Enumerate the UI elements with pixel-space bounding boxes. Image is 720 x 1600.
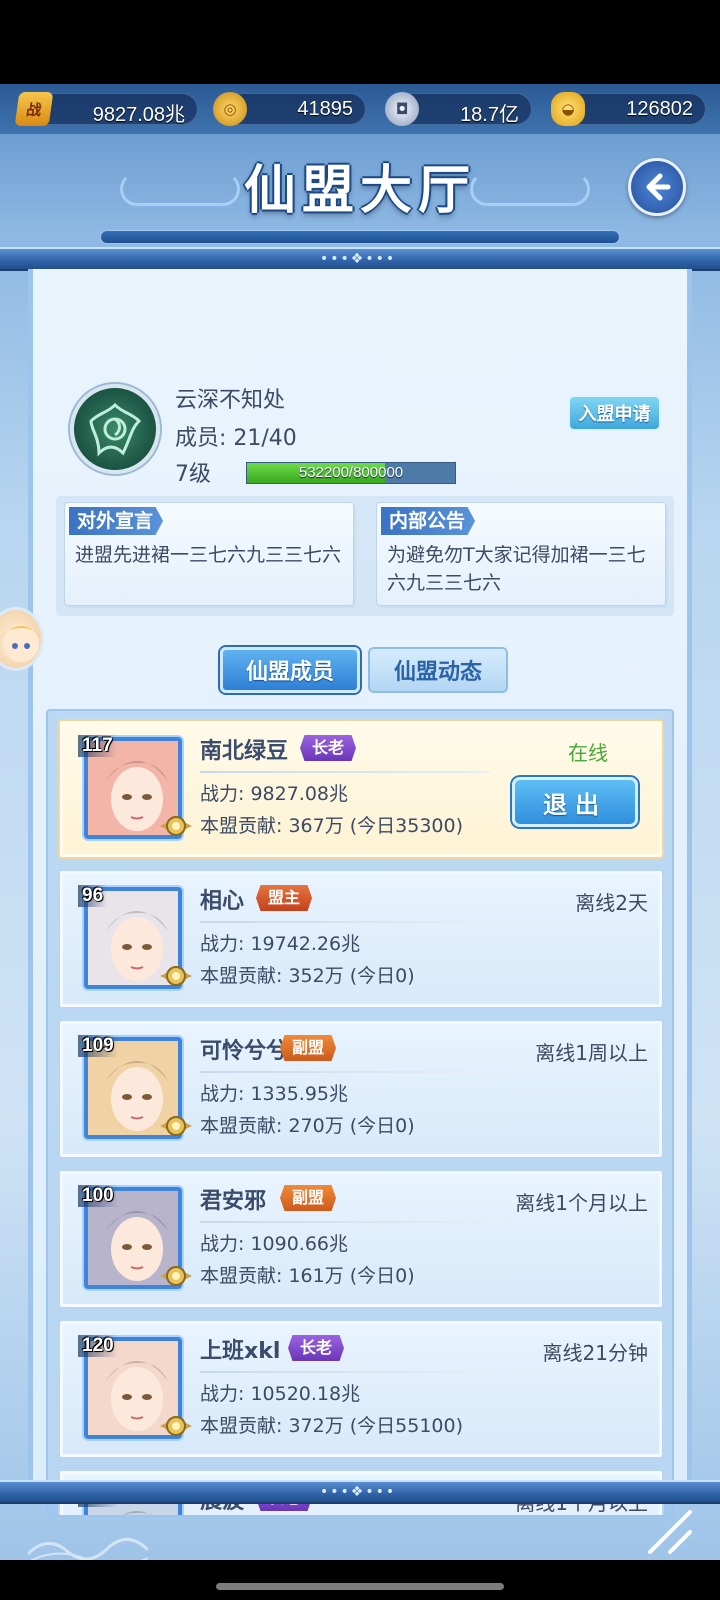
page-title: 仙盟大厅: [243, 160, 476, 221]
member-power: 战力: 19742.26兆: [200, 933, 361, 955]
divider: [200, 1371, 490, 1373]
member-level: 109: [78, 1035, 118, 1057]
scroll-rod-top: •••❖•••: [0, 247, 720, 271]
external-declaration[interactable]: 对外宣言 进盟先进裙一三七六九三三七六: [64, 502, 354, 606]
internal-announcement[interactable]: 内部公告 为避免勿T大家记得加裙一三七六九三三七六: [376, 502, 666, 606]
member-role-badge: 副盟: [280, 1035, 337, 1061]
member-status: 离线1个月以上: [515, 1191, 648, 1215]
member-name: 上班xkl: [200, 1339, 281, 1364]
resource-silver: ◘ 18.7亿: [385, 92, 532, 126]
member-level: 96: [78, 885, 108, 907]
gold-ingot-icon: ◒: [551, 92, 585, 126]
member-role-badge: 盟主: [256, 885, 313, 911]
divider: [200, 921, 490, 923]
member-name: 可怜兮兮: [200, 1039, 289, 1064]
external-declaration-tag: 对外宣言: [69, 507, 164, 535]
wave-ornament-icon: [28, 1538, 148, 1560]
system-navigation-bar: [0, 1560, 720, 1600]
member-role-badge: 长老: [300, 735, 357, 761]
silver-value: 18.7亿: [460, 104, 519, 126]
back-button[interactable]: [628, 158, 686, 216]
coin-icon: ◎: [213, 92, 247, 126]
internal-announcement-tag: 内部公告: [381, 507, 476, 535]
member-name: 南北绿豆: [200, 739, 289, 764]
external-declaration-text: 进盟先进裙一三七六九三三七六: [75, 544, 342, 566]
divider: [200, 1071, 490, 1073]
member-list[interactable]: 117 南北绿豆 长老 战力: 9827.08兆 本盟贡献: 367万 (今日3…: [46, 709, 674, 1517]
title-area: 仙盟大厅: [0, 134, 720, 244]
member-contribution: 本盟贡献: 270万 (今日0): [200, 1115, 415, 1137]
title-base-ornament: [100, 230, 620, 244]
divider: [200, 771, 490, 773]
chevron-left-icon: [646, 173, 671, 201]
guild-member-count: 成员: 21/40: [175, 426, 297, 451]
member-status: 在线: [568, 741, 608, 765]
rank-medal-icon: [158, 963, 194, 989]
home-indicator[interactable]: [216, 1583, 504, 1590]
scroll-rod-bottom: •••❖•••: [0, 1480, 720, 1504]
guild-level: 7级: [175, 462, 211, 487]
member-contribution: 本盟贡献: 372万 (今日55100): [200, 1415, 464, 1437]
tab-activity[interactable]: 仙盟动态: [368, 647, 508, 693]
resource-battle-power: 战 9827.08兆: [14, 92, 198, 126]
member-card[interactable]: 117 南北绿豆 长老 战力: 9827.08兆 本盟贡献: 367万 (今日3…: [58, 719, 664, 859]
member-contribution: 本盟贡献: 161万 (今日0): [200, 1265, 415, 1287]
rank-medal-icon: [158, 1413, 194, 1439]
member-level: 100: [78, 1185, 118, 1207]
status-bar: [0, 0, 720, 84]
member-role-badge: 长老: [288, 1335, 345, 1361]
divider: [200, 1221, 490, 1223]
member-name: 君安邪: [200, 1189, 267, 1214]
quit-guild-button[interactable]: 退出: [512, 777, 638, 827]
member-role-badge: 副盟: [280, 1185, 337, 1211]
guild-exp-bar: 532200/800000: [246, 462, 456, 484]
member-status: 离线2天: [575, 891, 648, 915]
guild-exp-text: 532200/800000: [298, 464, 404, 481]
silver-coin-icon: ◘: [385, 92, 419, 126]
internal-announcement-text: 为避免勿T大家记得加裙一三七六九三三七六: [387, 544, 646, 594]
member-card[interactable]: 120 上班xkl 长老 战力: 10520.18兆 本盟贡献: 372万 (今…: [58, 1319, 664, 1459]
member-card[interactable]: 109 可怜兮兮 副盟 战力: 1335.95兆 本盟贡献: 270万 (今日0…: [58, 1019, 664, 1159]
member-contribution: 本盟贡献: 367万 (今日35300): [200, 815, 464, 837]
member-card[interactable]: 100 君安邪 副盟 战力: 1090.66兆 本盟贡献: 161万 (今日0)…: [58, 1169, 664, 1309]
battle-power-value: 9827.08兆: [92, 104, 185, 126]
rank-medal-icon: [158, 1263, 194, 1289]
resource-coin: ◎ 41895: [213, 92, 366, 126]
gold-value: 126802: [626, 98, 693, 120]
battle-power-icon: 战: [14, 92, 54, 126]
resource-gold: ◒ 126802: [551, 92, 706, 126]
member-contribution: 本盟贡献: 352万 (今日0): [200, 965, 415, 987]
member-power: 战力: 10520.18兆: [200, 1383, 361, 1405]
guild-emblem-icon: [70, 384, 160, 474]
join-requests-button[interactable]: 入盟申请: [568, 395, 661, 431]
sparkle-icon: [648, 1510, 692, 1554]
member-name: 相心: [200, 889, 245, 914]
member-status: 离线1周以上: [535, 1041, 648, 1065]
member-level: 117: [78, 735, 117, 757]
rank-medal-icon: [158, 1113, 194, 1139]
resource-bar: 战 9827.08兆 ◎ 41895 ◘ 18.7亿 ◒ 126802: [0, 84, 720, 134]
guild-name: 云深不知处: [175, 388, 286, 413]
member-power: 战力: 1090.66兆: [200, 1233, 349, 1255]
rank-medal-icon: [158, 813, 194, 839]
member-power: 战力: 9827.08兆: [200, 783, 349, 805]
member-level: 120: [78, 1335, 118, 1357]
member-card[interactable]: 96 相心 盟主 战力: 19742.26兆 本盟贡献: 352万 (今日0) …: [58, 869, 664, 1009]
tab-members[interactable]: 仙盟成员: [220, 647, 360, 693]
member-status: 离线21分钟: [542, 1341, 648, 1365]
member-power: 战力: 1335.95兆: [200, 1083, 349, 1105]
coin-value: 41895: [297, 98, 353, 120]
guild-hall-screen: 战 9827.08兆 ◎ 41895 ◘ 18.7亿 ◒ 126802 仙盟大厅…: [0, 84, 720, 1560]
